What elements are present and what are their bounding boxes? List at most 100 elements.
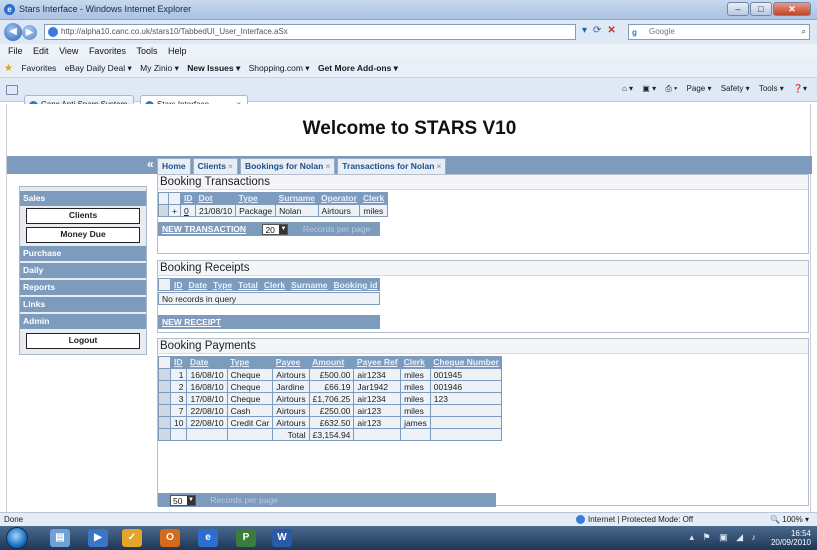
tab-transactions-for-nolan[interactable]: Transactions for Nolan × xyxy=(337,158,447,174)
tools-menu[interactable]: Tools ▾ xyxy=(759,84,784,93)
tab-bookings-for-nolan[interactable]: Bookings for Nolan × xyxy=(239,158,336,174)
column-header[interactable]: Payee xyxy=(273,357,309,369)
menu-file[interactable]: File xyxy=(8,44,23,59)
column-header[interactable]: Operator xyxy=(318,193,360,205)
column-header[interactable]: Surname xyxy=(288,279,330,291)
explorer-taskbar-icon[interactable]: ▤ xyxy=(50,529,70,547)
tab-close-icon[interactable]: × xyxy=(325,161,330,171)
row-selector[interactable] xyxy=(158,380,171,393)
clock[interactable]: 16:54 20/09/2010 xyxy=(771,529,811,547)
column-header[interactable]: Payee Ref xyxy=(354,357,401,369)
menu-tools[interactable]: Tools xyxy=(136,44,157,59)
table-row[interactable]: 10 22/08/10 Credit Car Airtours £632.50 … xyxy=(158,416,503,429)
column-header[interactable]: Dot xyxy=(195,193,235,205)
row-selector[interactable] xyxy=(158,204,169,217)
column-header[interactable]: ID xyxy=(180,193,195,205)
help-icon[interactable]: ❓▾ xyxy=(793,84,807,93)
print-icon[interactable]: ⎙ ▾ xyxy=(665,84,677,93)
column-header[interactable]: Clerk xyxy=(261,279,288,291)
expand-icon[interactable]: + xyxy=(168,204,181,217)
favorites-star-icon[interactable]: ★ xyxy=(4,63,13,74)
back-button[interactable]: ◀ xyxy=(4,23,22,41)
fav-shopping[interactable]: Shopping.com ▾ xyxy=(249,59,310,78)
outlook-taskbar-icon[interactable]: O xyxy=(160,529,180,547)
publisher-taskbar-icon[interactable]: P xyxy=(236,529,256,547)
row-selector[interactable] xyxy=(158,404,171,417)
column-header[interactable]: Type xyxy=(227,357,273,369)
logout-button[interactable]: Logout xyxy=(26,333,140,349)
fav-my-zinio[interactable]: My Zinio ▾ xyxy=(140,59,179,78)
tab-clients[interactable]: Clients × xyxy=(192,158,238,174)
forward-button[interactable]: ▶ xyxy=(22,25,37,40)
close-window-button[interactable]: ✕ xyxy=(773,2,811,16)
column-header[interactable]: Booking id xyxy=(330,279,380,291)
page-size-select[interactable]: 50 ▼ xyxy=(170,495,196,507)
clients-button[interactable]: Clients xyxy=(26,208,140,224)
page-size-select[interactable]: 20 ▼ xyxy=(262,224,289,236)
page-menu[interactable]: Page ▾ xyxy=(687,84,712,93)
sidebar-section-reports[interactable]: Reports xyxy=(20,280,146,295)
favorites-bar: ★ Favorites eBay Daily Deal ▾ My Zinio ▾… xyxy=(0,59,817,78)
column-header[interactable]: ID xyxy=(171,357,187,369)
zoom-level[interactable]: 🔍 100% ▾ xyxy=(770,513,809,526)
row-selector[interactable] xyxy=(158,416,171,429)
menu-help[interactable]: Help xyxy=(168,44,187,59)
maximize-button[interactable]: □ xyxy=(750,2,772,16)
media-taskbar-icon[interactable]: ▶ xyxy=(88,529,108,547)
column-header[interactable]: ID xyxy=(171,279,186,291)
row-selector[interactable] xyxy=(158,368,171,381)
system-tray-icons[interactable]: ▴ ⚑ ▣ ◢ ♪ xyxy=(689,532,759,543)
fav-ebay-deal[interactable]: eBay Daily Deal ▾ xyxy=(65,59,132,78)
search-input[interactable]: g Google ⌕ xyxy=(628,24,810,40)
fav-get-addons[interactable]: Get More Add-ons ▾ xyxy=(318,59,398,78)
tab-close-icon[interactable]: × xyxy=(436,161,441,171)
menu-favorites[interactable]: Favorites xyxy=(89,44,126,59)
column-header[interactable]: Date xyxy=(187,357,227,369)
tab-home[interactable]: Home xyxy=(157,158,191,174)
column-header[interactable]: Clerk xyxy=(360,193,387,205)
menu-view[interactable]: View xyxy=(59,44,78,59)
feeds-icon[interactable]: ▣ ▾ xyxy=(642,84,656,93)
tab-close-icon[interactable]: × xyxy=(228,161,233,171)
cell-id[interactable]: 0 xyxy=(179,204,196,217)
sidebar-section-purchase[interactable]: Purchase xyxy=(20,246,146,261)
column-header[interactable]: Surname xyxy=(276,193,318,205)
column-header[interactable]: Clerk xyxy=(401,357,431,369)
url-field[interactable]: http://alpha10.canc.co.uk/stars10/Tabbed… xyxy=(44,24,576,40)
sidebar-section-links[interactable]: Links xyxy=(20,297,146,312)
home-icon[interactable]: ⌂ ▾ xyxy=(622,84,633,93)
column-header[interactable]: Total xyxy=(235,279,261,291)
menu-edit[interactable]: Edit xyxy=(33,44,49,59)
ie-taskbar-icon[interactable]: e xyxy=(198,529,218,547)
safety-menu[interactable]: Safety ▾ xyxy=(721,84,750,93)
row-selector[interactable] xyxy=(158,392,171,405)
sidebar-section-sales[interactable]: Sales xyxy=(20,191,146,206)
column-header[interactable]: Type xyxy=(210,279,235,291)
start-button[interactable] xyxy=(6,527,28,549)
refresh-icon[interactable]: ⟳ xyxy=(593,25,601,36)
quick-tabs-icon[interactable] xyxy=(6,85,18,95)
table-row[interactable]: 3 17/08/10 Cheque Airtours £1,706.25 air… xyxy=(158,392,503,405)
app-taskbar-icon[interactable]: ✓ xyxy=(122,529,142,547)
new-transaction-link[interactable]: NEW TRANSACTION xyxy=(162,224,246,234)
table-row[interactable]: + 0 21/08/10 Package Nolan Airtours mile… xyxy=(158,204,388,217)
sidebar-section-admin[interactable]: Admin xyxy=(20,314,146,329)
column-header[interactable]: Amount xyxy=(309,357,354,369)
word-taskbar-icon[interactable]: W xyxy=(272,529,292,547)
table-row[interactable]: 7 22/08/10 Cash Airtours £250.00 air123 … xyxy=(158,404,503,417)
column-header[interactable]: Cheque Number xyxy=(430,357,502,369)
money-due-button[interactable]: Money Due xyxy=(26,227,140,243)
table-row[interactable]: 2 16/08/10 Cheque Jardine £66.19 Jar1942… xyxy=(158,380,503,393)
search-icon[interactable]: ⌕ xyxy=(802,25,806,39)
new-receipt-link[interactable]: NEW RECEIPT xyxy=(162,317,221,327)
fav-new-issues[interactable]: New Issues ▾ xyxy=(187,59,240,78)
table-row[interactable]: 1 16/08/10 Cheque Airtours £500.00 air12… xyxy=(158,368,503,381)
minimize-button[interactable]: – xyxy=(727,2,749,16)
column-header[interactable]: Date xyxy=(186,279,210,291)
collapse-sidebar-icon[interactable]: « xyxy=(147,157,154,171)
favorites-button[interactable]: Favorites xyxy=(21,59,56,78)
dropdown-icon[interactable]: ▾ xyxy=(582,25,587,36)
sidebar-section-daily[interactable]: Daily xyxy=(20,263,146,278)
stop-icon[interactable]: ✕ xyxy=(607,25,615,36)
column-header[interactable]: Type xyxy=(236,193,276,205)
